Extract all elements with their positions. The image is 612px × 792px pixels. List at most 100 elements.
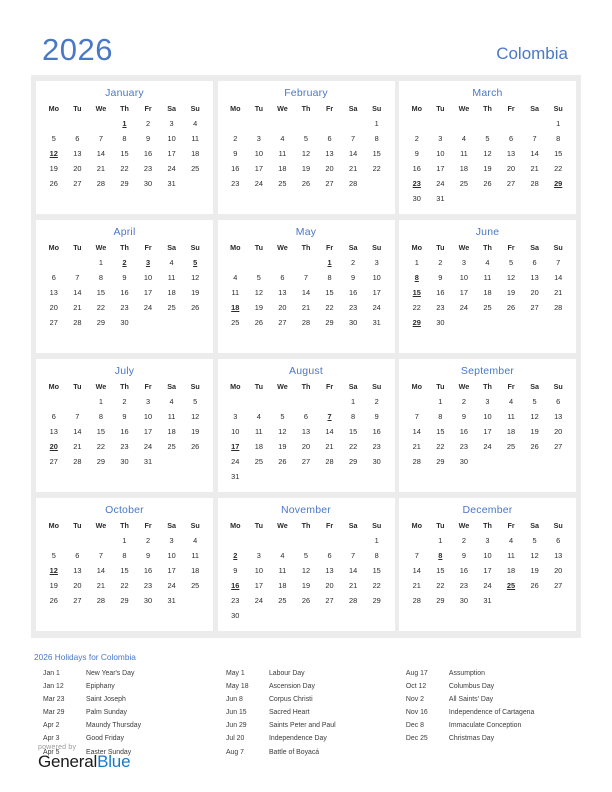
day-cell[interactable]: 15: [89, 424, 113, 439]
day-cell[interactable]: 5: [42, 548, 66, 563]
day-cell[interactable]: 17: [429, 161, 453, 176]
day-cell[interactable]: 7: [523, 131, 547, 146]
day-cell-holiday[interactable]: 15: [405, 285, 429, 300]
day-cell-holiday[interactable]: 3: [136, 255, 160, 270]
day-cell[interactable]: 22: [89, 439, 113, 454]
day-cell[interactable]: 26: [476, 176, 500, 191]
day-cell[interactable]: 26: [499, 300, 523, 315]
day-cell[interactable]: 10: [476, 409, 500, 424]
day-cell[interactable]: 11: [452, 146, 476, 161]
day-cell[interactable]: 2: [452, 533, 476, 548]
day-cell[interactable]: 1: [365, 533, 389, 548]
day-cell[interactable]: 6: [294, 409, 318, 424]
day-cell[interactable]: 4: [271, 548, 295, 563]
day-cell[interactable]: 14: [89, 146, 113, 161]
day-cell-holiday[interactable]: 12: [42, 146, 66, 161]
day-cell[interactable]: 24: [429, 176, 453, 191]
day-cell[interactable]: 3: [365, 255, 389, 270]
day-cell[interactable]: 10: [365, 270, 389, 285]
generalblue-logo[interactable]: GeneralBlue: [38, 753, 131, 770]
day-cell[interactable]: 11: [476, 270, 500, 285]
day-cell[interactable]: 14: [405, 424, 429, 439]
day-cell[interactable]: 12: [294, 146, 318, 161]
day-cell[interactable]: 9: [365, 409, 389, 424]
day-cell[interactable]: 7: [89, 131, 113, 146]
day-cell[interactable]: 3: [247, 548, 271, 563]
day-cell[interactable]: 20: [294, 439, 318, 454]
day-cell[interactable]: 12: [523, 409, 547, 424]
day-cell[interactable]: 18: [271, 161, 295, 176]
day-cell[interactable]: 9: [224, 563, 248, 578]
day-cell[interactable]: 8: [89, 270, 113, 285]
day-cell[interactable]: 25: [160, 439, 184, 454]
day-cell[interactable]: 8: [429, 409, 453, 424]
day-cell[interactable]: 9: [113, 270, 137, 285]
day-cell[interactable]: 24: [247, 176, 271, 191]
day-cell[interactable]: 10: [247, 563, 271, 578]
day-cell[interactable]: 21: [89, 578, 113, 593]
day-cell[interactable]: 28: [546, 300, 570, 315]
day-cell[interactable]: 24: [247, 593, 271, 608]
day-cell[interactable]: 8: [113, 548, 137, 563]
day-cell[interactable]: 26: [183, 300, 207, 315]
day-cell[interactable]: 9: [136, 131, 160, 146]
day-cell[interactable]: 21: [341, 161, 365, 176]
day-cell[interactable]: 28: [523, 176, 547, 191]
day-cell[interactable]: 20: [271, 300, 295, 315]
day-cell[interactable]: 16: [224, 161, 248, 176]
day-cell[interactable]: 17: [136, 285, 160, 300]
day-cell[interactable]: 19: [294, 161, 318, 176]
day-cell[interactable]: 13: [523, 270, 547, 285]
day-cell[interactable]: 18: [183, 563, 207, 578]
day-cell[interactable]: 28: [66, 315, 90, 330]
day-cell[interactable]: 24: [476, 578, 500, 593]
day-cell[interactable]: 2: [365, 394, 389, 409]
day-cell[interactable]: 28: [341, 176, 365, 191]
day-cell[interactable]: 9: [224, 146, 248, 161]
day-cell[interactable]: 20: [523, 285, 547, 300]
day-cell[interactable]: 20: [318, 578, 342, 593]
day-cell[interactable]: 23: [429, 300, 453, 315]
day-cell[interactable]: 4: [499, 394, 523, 409]
day-cell[interactable]: 15: [113, 146, 137, 161]
day-cell[interactable]: 18: [247, 439, 271, 454]
day-cell[interactable]: 6: [271, 270, 295, 285]
day-cell[interactable]: 17: [160, 563, 184, 578]
day-cell[interactable]: 13: [318, 563, 342, 578]
day-cell[interactable]: 4: [224, 270, 248, 285]
day-cell[interactable]: 29: [429, 454, 453, 469]
day-cell[interactable]: 3: [452, 255, 476, 270]
day-cell[interactable]: 27: [294, 454, 318, 469]
day-cell[interactable]: 8: [365, 548, 389, 563]
day-cell[interactable]: 7: [405, 409, 429, 424]
day-cell[interactable]: 11: [183, 548, 207, 563]
day-cell[interactable]: 4: [271, 131, 295, 146]
day-cell[interactable]: 23: [113, 300, 137, 315]
day-cell[interactable]: 9: [452, 409, 476, 424]
day-cell-holiday[interactable]: 12: [42, 563, 66, 578]
day-cell[interactable]: 15: [365, 146, 389, 161]
day-cell[interactable]: 15: [113, 563, 137, 578]
day-cell[interactable]: 25: [452, 176, 476, 191]
day-cell[interactable]: 17: [247, 578, 271, 593]
day-cell[interactable]: 24: [160, 161, 184, 176]
day-cell[interactable]: 4: [452, 131, 476, 146]
day-cell[interactable]: 22: [429, 578, 453, 593]
day-cell[interactable]: 29: [341, 454, 365, 469]
day-cell[interactable]: 20: [546, 424, 570, 439]
day-cell[interactable]: 25: [271, 176, 295, 191]
day-cell[interactable]: 14: [66, 285, 90, 300]
day-cell-holiday[interactable]: 23: [405, 176, 429, 191]
day-cell[interactable]: 25: [160, 300, 184, 315]
day-cell[interactable]: 8: [318, 270, 342, 285]
day-cell-holiday[interactable]: 20: [42, 439, 66, 454]
day-cell[interactable]: 20: [66, 578, 90, 593]
day-cell[interactable]: 23: [452, 578, 476, 593]
day-cell[interactable]: 26: [523, 439, 547, 454]
day-cell[interactable]: 24: [452, 300, 476, 315]
day-cell[interactable]: 2: [452, 394, 476, 409]
day-cell[interactable]: 2: [224, 131, 248, 146]
day-cell[interactable]: 14: [341, 146, 365, 161]
day-cell[interactable]: 26: [523, 578, 547, 593]
day-cell[interactable]: 2: [429, 255, 453, 270]
